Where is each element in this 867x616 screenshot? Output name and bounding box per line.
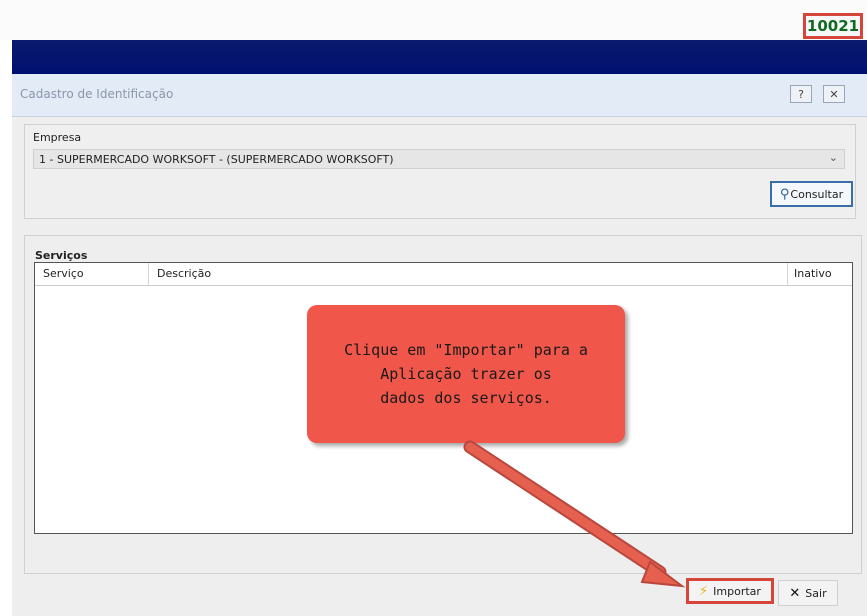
close-x-icon: ✕ — [789, 585, 801, 601]
import-label: Importar — [713, 584, 761, 598]
import-button[interactable]: ⚡ Importar — [686, 578, 774, 604]
lightning-icon: ⚡ — [699, 583, 709, 599]
callout-arrow — [463, 440, 686, 588]
exit-button[interactable]: ✕ Sair — [778, 580, 838, 606]
exit-label: Sair — [805, 586, 827, 600]
